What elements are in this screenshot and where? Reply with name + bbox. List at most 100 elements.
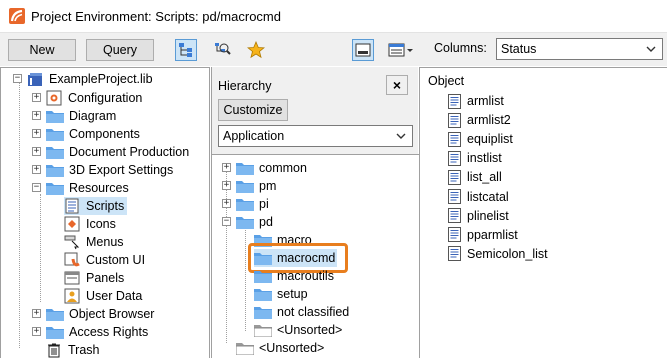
- hierarchy-item-not-classified[interactable]: not classified: [254, 303, 349, 321]
- components-expander[interactable]: +: [32, 129, 41, 138]
- tree-item-scripts[interactable]: Scripts: [64, 197, 128, 215]
- hierarchy-panel: Hierarchy × Customize Application + comm…: [211, 67, 419, 358]
- folder-icon: [46, 111, 64, 123]
- folder-icon: [236, 163, 254, 175]
- object-list-item-label: pparmlist: [467, 227, 518, 242]
- tree-item-label: Document Production: [69, 145, 190, 159]
- object-list-item[interactable]: instlist: [448, 149, 502, 167]
- app-logo-icon: [9, 8, 25, 24]
- object-list-item[interactable]: equiplist: [448, 130, 513, 148]
- tree-item-components[interactable]: Components: [46, 125, 140, 143]
- pi-expander[interactable]: +: [222, 199, 231, 208]
- toolbar: New Query Columns: Status: [0, 32, 667, 66]
- hierarchy-item-label: not classified: [277, 305, 350, 319]
- object-list-item[interactable]: listcatal: [448, 188, 509, 206]
- tree-root[interactable]: ExampleProject.lib: [27, 70, 153, 88]
- object-list-item[interactable]: armlist2: [448, 111, 511, 129]
- filter-tree-icon: [215, 43, 231, 55]
- tree-item-object-browser[interactable]: Object Browser: [46, 305, 154, 323]
- tree-item-label: Panels: [86, 271, 125, 285]
- icons-icon: [64, 216, 80, 232]
- hierarchy-item-pm[interactable]: pm: [236, 177, 276, 195]
- user-data-icon: [64, 288, 80, 304]
- pm-expander[interactable]: +: [222, 181, 231, 190]
- tree-item-label: Icons: [86, 217, 116, 231]
- object-list-item[interactable]: list_all: [448, 168, 502, 186]
- object-list-item-label: plinelist: [467, 208, 509, 223]
- script-doc-icon: [448, 246, 461, 262]
- hierarchy-item-pd[interactable]: pd: [236, 213, 273, 231]
- hierarchy-item-label: common: [259, 161, 307, 175]
- tree-item-label: Menus: [86, 235, 124, 249]
- object-list-item[interactable]: armlist: [448, 92, 504, 110]
- folder-icon: [46, 327, 64, 339]
- view-mode-dropdown[interactable]: [386, 39, 416, 61]
- custom-ui-icon: [64, 252, 80, 267]
- script-doc-icon: [448, 93, 461, 109]
- tree-item-label: Resources: [69, 181, 129, 195]
- new-button[interactable]: New: [8, 39, 76, 61]
- query-button[interactable]: Query: [86, 39, 154, 61]
- hierarchy-item-unsorted-root[interactable]: <Unsorted>: [236, 339, 324, 357]
- close-hierarchy-button[interactable]: ×: [386, 75, 408, 95]
- diagram-expander[interactable]: +: [32, 111, 41, 120]
- object-list-item-label: listcatal: [467, 189, 509, 204]
- hierarchy-item-label: <Unsorted>: [277, 323, 343, 337]
- hierarchy-item-pi[interactable]: pi: [236, 195, 269, 213]
- tree-item-label: Configuration: [68, 91, 143, 105]
- tree-item-icons[interactable]: Icons: [64, 215, 116, 233]
- hierarchy-item-setup[interactable]: setup: [254, 285, 308, 303]
- object-browser-expander[interactable]: +: [32, 309, 41, 318]
- object-column-header: Object: [428, 74, 465, 88]
- tree-item-access-rights[interactable]: Access Rights: [46, 323, 148, 341]
- tree-item-custom-ui[interactable]: Custom UI: [64, 251, 145, 269]
- folder-icon: [254, 271, 272, 283]
- hierarchy-item-label: setup: [277, 287, 308, 301]
- hierarchy-dropdown[interactable]: Application: [218, 125, 413, 147]
- hierarchy-toggle-button[interactable]: [175, 39, 197, 61]
- document-production-expander[interactable]: +: [32, 147, 41, 156]
- folder-icon: [236, 181, 254, 193]
- object-list-item[interactable]: plinelist: [448, 207, 509, 225]
- hierarchy-item-common[interactable]: common: [236, 159, 307, 177]
- filter-tree-button[interactable]: [211, 39, 233, 61]
- tree-item-diagram[interactable]: Diagram: [46, 107, 116, 125]
- folder-icon: [46, 309, 64, 321]
- script-doc-icon: [448, 150, 461, 166]
- tree-item-resources[interactable]: Resources: [46, 179, 129, 197]
- layout-view-button[interactable]: [352, 39, 374, 61]
- hierarchy-dropdown-value: Application: [223, 129, 285, 143]
- tree-item-panels[interactable]: Panels: [64, 269, 124, 287]
- script-doc-icon: [448, 227, 461, 243]
- layout-icon: [355, 43, 371, 57]
- object-list-item[interactable]: pparmlist: [448, 226, 518, 244]
- hierarchy-tree: + common + pm + pi − pd macro macrocmd m…: [212, 154, 419, 358]
- hierarchy-item-unsorted-pd[interactable]: <Unsorted>: [254, 321, 342, 339]
- common-expander[interactable]: +: [222, 163, 231, 172]
- hierarchy-icon: [179, 43, 192, 57]
- access-rights-expander[interactable]: +: [32, 327, 41, 336]
- tree-item-3d-export-settings[interactable]: 3D Export Settings: [46, 161, 173, 179]
- customize-button[interactable]: Customize: [218, 99, 288, 121]
- favorites-button[interactable]: [245, 39, 267, 61]
- tree-item-configuration[interactable]: Configuration: [46, 89, 142, 107]
- columns-select-value: Status: [501, 42, 537, 56]
- hierarchy-item-macroutils[interactable]: macroutils: [254, 267, 334, 285]
- object-list-item-label: instlist: [467, 151, 502, 166]
- tree-item-document-production[interactable]: Document Production: [46, 143, 189, 161]
- star-icon: [247, 41, 265, 59]
- configuration-expander[interactable]: +: [32, 93, 41, 102]
- script-icon: [65, 198, 79, 214]
- tree-item-label: Trash: [68, 343, 100, 357]
- object-list-item-label: equiplist: [467, 132, 513, 147]
- pd-expander[interactable]: −: [222, 217, 231, 226]
- tree-item-menus[interactable]: Menus: [64, 233, 124, 251]
- folder-icon: [254, 307, 272, 319]
- columns-select[interactable]: Status: [496, 38, 663, 60]
- root-expander[interactable]: −: [13, 74, 22, 83]
- object-list-item[interactable]: Semicolon_list: [448, 245, 548, 263]
- tree-item-trash[interactable]: Trash: [46, 341, 100, 358]
- 3d-export-expander[interactable]: +: [32, 165, 41, 174]
- resources-expander[interactable]: −: [32, 183, 41, 192]
- tree-item-user-data[interactable]: User Data: [64, 287, 142, 305]
